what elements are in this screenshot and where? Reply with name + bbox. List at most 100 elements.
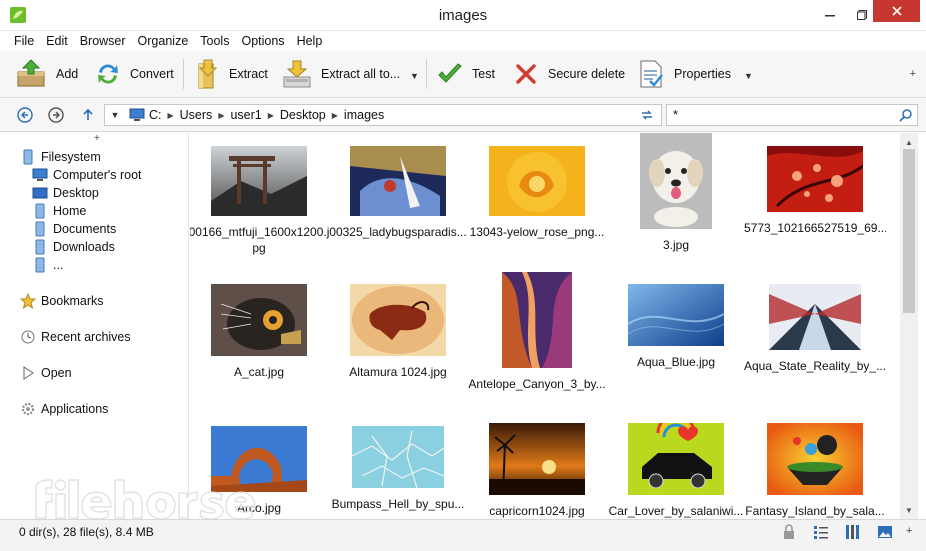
add-button[interactable]: Add xyxy=(14,57,78,91)
extract-label: Extract xyxy=(229,67,268,81)
scroll-up-icon[interactable]: ▲ xyxy=(900,135,918,149)
sidebar-item-computers-root[interactable]: Computer's root xyxy=(32,166,142,184)
file-tile[interactable]: Aqua_State_Reality_by_... xyxy=(744,284,886,374)
file-tile[interactable]: Altamura 1024.jpg xyxy=(327,284,469,380)
file-name-line1: Car_Lover_by_salaniwi... xyxy=(608,504,744,518)
file-name: Car_Lover_by_salaniwi... xyxy=(605,503,747,519)
list-view-icon[interactable] xyxy=(813,524,829,540)
filter-input[interactable]: * xyxy=(666,104,918,126)
sidebar-item-label: Home xyxy=(53,204,87,218)
file-name-line1: Bumpass_Hell_by_spu... xyxy=(331,497,465,511)
menu-options[interactable]: Options xyxy=(235,34,290,48)
sidebar-item-label: Bookmarks xyxy=(41,294,104,308)
file-tile[interactable]: Aqua_Blue.jpg xyxy=(605,284,747,370)
sidebar-item-filesystem[interactable]: Filesystem xyxy=(20,148,101,166)
computer-icon xyxy=(32,167,48,183)
toolbar-separator xyxy=(183,59,184,89)
sidebar-item-downloads[interactable]: Downloads xyxy=(32,238,115,256)
file-tile[interactable]: capricorn1024.jpg xyxy=(466,423,608,519)
menu-file[interactable]: File xyxy=(8,34,40,48)
play-triangle-icon xyxy=(20,365,36,381)
thumbnail-view-icon[interactable] xyxy=(877,524,893,540)
sidebar-item-open[interactable]: Open xyxy=(20,364,72,382)
file-tile[interactable]: Car_Lover_by_salaniwi... xyxy=(605,423,747,519)
file-grid: 00166_mtfuji_1600x1200.j pg 00325_ladybug… xyxy=(190,133,900,519)
sidebar-item-documents[interactable]: Documents xyxy=(32,220,116,238)
file-tile[interactable]: 00325_ladybugsparadis... xyxy=(327,146,469,240)
folder-icon xyxy=(20,149,36,165)
back-button[interactable] xyxy=(16,106,34,124)
path-field[interactable]: ▼ C: ▶ Users ▶ user1 ▶ Desktop ▶ images xyxy=(104,104,662,126)
file-tile[interactable]: 00166_mtfuji_1600x1200.j pg xyxy=(190,146,330,256)
folder-icon xyxy=(32,239,48,255)
image-thumbnail xyxy=(767,146,863,212)
scroll-down-icon[interactable]: ▼ xyxy=(900,503,918,517)
file-name-line1: 13043-yelow_rose_png... xyxy=(469,225,605,239)
back-arrow-icon xyxy=(17,107,33,123)
secure-delete-label: Secure delete xyxy=(548,67,626,81)
menu-tools[interactable]: Tools xyxy=(194,34,235,48)
file-name-line2: pg xyxy=(252,241,266,255)
sidebar-item-recent-archives[interactable]: Recent archives xyxy=(20,328,131,346)
minimize-button[interactable] xyxy=(815,0,845,30)
delete-x-icon xyxy=(512,57,540,91)
file-tile[interactable]: Fantasy_Island_by_sala... xyxy=(744,423,886,519)
vertical-scrollbar[interactable]: ▲ ▼ xyxy=(900,133,918,519)
menu-browser[interactable]: Browser xyxy=(74,34,132,48)
details-view-icon[interactable] xyxy=(845,524,861,540)
breadcrumb-desktop[interactable]: Desktop ▶ xyxy=(280,108,344,122)
toolbar: Add Convert Extract Extract all to... ▼ … xyxy=(0,51,926,98)
up-button[interactable] xyxy=(79,106,97,124)
breadcrumb-separator-icon: ▶ xyxy=(331,110,338,120)
properties-dropdown-icon[interactable]: ▼ xyxy=(744,71,753,81)
gear-icon xyxy=(20,401,36,417)
scrollbar-thumb[interactable] xyxy=(903,149,915,313)
breadcrumb-label: Users xyxy=(179,108,213,122)
statusbar-expand-icon[interactable]: + xyxy=(906,525,912,537)
breadcrumb-separator-icon: ▶ xyxy=(218,110,225,120)
file-tile[interactable]: 5773_102166527519_69... xyxy=(744,146,886,236)
file-name-line1: 5773_102166527519_69... xyxy=(744,221,886,235)
sidebar-item-applications[interactable]: Applications xyxy=(20,400,108,418)
breadcrumb-drive[interactable]: C: ▶ xyxy=(149,108,180,122)
image-thumbnail xyxy=(350,284,446,356)
forward-button[interactable] xyxy=(47,106,65,124)
menu-edit[interactable]: Edit xyxy=(40,34,74,48)
sidebar-item-desktop[interactable]: Desktop xyxy=(32,184,99,202)
breadcrumb-users[interactable]: Users ▶ xyxy=(180,108,231,122)
file-tile[interactable]: 3.jpg xyxy=(605,133,747,253)
add-archive-icon xyxy=(14,57,48,91)
refresh-icon[interactable] xyxy=(639,107,655,123)
sidebar-item-bookmarks[interactable]: Bookmarks xyxy=(20,292,104,310)
checkmark-icon xyxy=(436,57,464,91)
sidebar-item-label: Desktop xyxy=(53,186,99,200)
file-tile[interactable]: Antelope_Canyon_3_by... xyxy=(466,272,608,392)
image-thumbnail xyxy=(352,426,444,488)
lock-icon[interactable] xyxy=(781,524,797,540)
secure-delete-button[interactable]: Secure delete xyxy=(512,57,625,91)
properties-button[interactable]: Properties xyxy=(636,57,731,91)
extract-all-button[interactable]: Extract all to... xyxy=(281,57,400,91)
file-tile[interactable]: 13043-yelow_rose_png... xyxy=(466,146,608,240)
file-name-line1: A_cat.jpg xyxy=(233,365,285,379)
search-icon[interactable] xyxy=(899,108,913,122)
menu-help[interactable]: Help xyxy=(291,34,329,48)
extract-button[interactable]: Extract xyxy=(193,57,268,91)
file-tile[interactable]: Bumpass_Hell_by_spu... xyxy=(327,426,469,512)
path-history-dropdown-icon[interactable]: ▼ xyxy=(105,110,125,120)
close-button[interactable] xyxy=(873,0,920,22)
breadcrumb-user1[interactable]: user1 ▶ xyxy=(230,108,279,122)
sidebar-item-label: Recent archives xyxy=(41,330,131,344)
file-tile[interactable]: A_cat.jpg xyxy=(190,284,330,380)
sidebar-item-more[interactable]: ... xyxy=(32,256,63,274)
image-thumbnail xyxy=(211,284,307,356)
convert-button[interactable]: Convert xyxy=(94,57,174,91)
menu-organize[interactable]: Organize xyxy=(132,34,195,48)
breadcrumb-images[interactable]: images xyxy=(344,108,384,122)
test-button[interactable]: Test xyxy=(436,57,495,91)
status-text: 0 dir(s), 28 file(s), 8.4 MB xyxy=(19,525,154,539)
sidebar-expand-icon[interactable]: + xyxy=(94,133,100,144)
sidebar-item-home[interactable]: Home xyxy=(32,202,86,220)
toolbar-expand-icon[interactable]: + xyxy=(910,68,916,80)
extract-all-dropdown-icon[interactable]: ▼ xyxy=(410,71,419,81)
